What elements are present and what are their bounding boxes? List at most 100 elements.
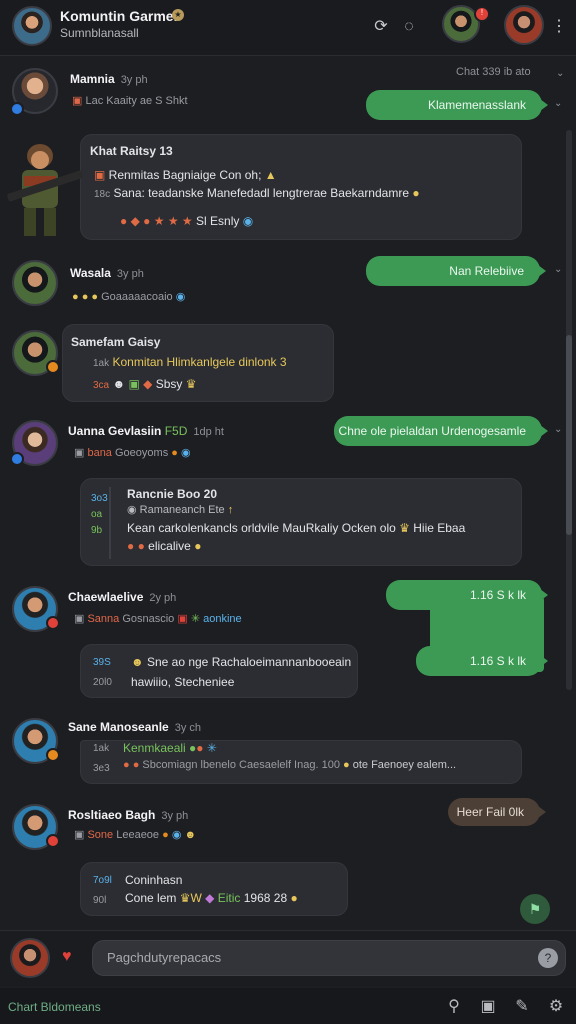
card-line: Sbsy xyxy=(155,377,183,391)
subline-text: Gosnascio xyxy=(122,613,175,625)
image-icon[interactable]: ▣ xyxy=(478,996,498,1016)
sender-name-text: Rosltiaeo Bagh xyxy=(68,808,156,822)
subline-text: Lac Kaaity ae S Shkt xyxy=(85,95,188,107)
edit-icon[interactable]: ✎ xyxy=(512,996,532,1016)
card-line: elicalive xyxy=(148,539,191,553)
line-prefix: oa xyxy=(91,509,103,520)
subline-text: Leeaeoe xyxy=(116,829,160,841)
quote-bar xyxy=(109,487,111,559)
up-arrow-icon: ↑ xyxy=(227,504,234,516)
user-avatar[interactable] xyxy=(504,5,544,45)
chevron-down-icon[interactable]: ⌄ xyxy=(554,98,562,109)
status-badge xyxy=(46,748,60,762)
message-input[interactable]: Pagchdutyrepacacs xyxy=(92,940,566,976)
coin-icon: ● xyxy=(194,539,202,553)
message-time: 1dp ht xyxy=(193,426,224,438)
card-title: Samefam Gaisy xyxy=(71,335,161,349)
sender-name: Mamnia 3y ph xyxy=(70,72,148,86)
message-time: 2y ph xyxy=(149,592,177,604)
sender-name-text: Uanna Gevlasiin xyxy=(68,424,162,438)
sender-name: Chaewlaelive 2y ph xyxy=(68,590,176,604)
game-character-image xyxy=(7,144,83,236)
status-badge xyxy=(46,616,60,630)
line-prefix: 39S xyxy=(93,657,111,668)
send-flag-icon[interactable]: ⚑ xyxy=(520,894,550,924)
line-prefix: 18c xyxy=(94,189,111,200)
emoji-icons: ◉ xyxy=(127,504,140,516)
message-card[interactable]: 1ak Kenmkaeali ●● ✳ 3e3 ● ● Sbcomiagn lb… xyxy=(80,740,522,784)
avatar[interactable] xyxy=(12,260,58,306)
subline-prefix: Sone xyxy=(87,829,114,841)
card-line: Sl Esnly xyxy=(196,214,240,228)
message-time: 3y ph xyxy=(120,74,148,86)
chevron-down-icon[interactable]: ⌄ xyxy=(554,264,562,275)
card-line: Sne ao nge Rachaloeimannanbooeain xyxy=(146,655,352,669)
face-icon: ☻ xyxy=(184,829,197,841)
more-icon[interactable]: ⋮ xyxy=(548,16,570,38)
line-prefix: 3o3 xyxy=(91,493,108,504)
page-title: Komuntin Garmer xyxy=(60,8,180,24)
emoji-icons: ☻ ▣ ◆ xyxy=(112,377,153,391)
line-prefix: 20l0 xyxy=(93,677,112,688)
message-time: 3y ph xyxy=(161,810,189,822)
search-icon[interactable]: ⚲ xyxy=(444,996,464,1016)
profile-avatar[interactable] xyxy=(12,6,52,46)
chevron-down-icon[interactable]: ⌄ xyxy=(554,424,562,435)
footer-label[interactable]: Chart Bldomeans xyxy=(8,1000,101,1014)
card-line: Sana: teadanske Manefedadl lengtrerae Ba… xyxy=(113,186,409,200)
reply-text: Nan Relebiive xyxy=(449,264,524,278)
subline-text: Goaaaaacoaio xyxy=(101,291,173,303)
reply-bubble[interactable]: Chne ole pielaldan Urdenogesamle xyxy=(334,416,548,446)
sender-name-text: Wasala xyxy=(70,266,111,280)
subline-text: Goeoyoms xyxy=(115,447,169,459)
card-line-end: 1968 28 xyxy=(243,891,288,905)
emoji-icons: ● xyxy=(162,829,172,841)
line-prefix: 3e3 xyxy=(93,763,110,774)
reply-bubble[interactable]: 1.16 S k lk xyxy=(386,580,548,610)
emoji-icon: ☻ xyxy=(131,655,147,669)
message-card[interactable]: 7o9l 90l Coninhasn Cone lem ♛W ◆ Eitic 1… xyxy=(80,862,348,916)
line-prefix: 1ak xyxy=(93,358,110,369)
help-icon[interactable]: ? xyxy=(538,948,558,968)
line-prefix: 9b xyxy=(91,525,103,536)
scrollbar-thumb[interactable] xyxy=(566,335,572,535)
status-badge xyxy=(46,360,60,374)
message-time: 3y ph xyxy=(116,268,144,280)
emoji-icons: ● xyxy=(171,447,181,459)
chevron-down-icon[interactable]: ⌄ xyxy=(556,68,564,79)
sender-name: Rosltiaeo Bagh 3y ph xyxy=(68,808,188,822)
reply-bubble[interactable]: Klamemenasslank xyxy=(366,90,548,120)
reply-text: 1.16 S k lk xyxy=(469,588,526,602)
settings-icon[interactable]: ⚙ xyxy=(546,996,566,1016)
reply-text: Heer Fail 0lk xyxy=(456,805,524,819)
coin-icon: ● xyxy=(412,186,420,200)
verified-icon: ★ xyxy=(172,9,184,21)
line-prefix: 3ca xyxy=(93,380,110,391)
sender-name: Wasala 3y ph xyxy=(70,266,144,280)
sender-name: Uanna Gevlasiin F5D 1dp ht xyxy=(68,424,224,438)
card-title: Rancnie Boo 20 xyxy=(127,487,218,501)
composer-avatar[interactable] xyxy=(10,938,50,978)
timestamp-hint: Chat 339 ib ato xyxy=(456,66,531,78)
message-card[interactable]: 39S 20l0 ☻ Sne ao nge Rachaloeimannanboo… xyxy=(80,644,358,698)
flame-icon: ▲ xyxy=(264,168,277,182)
status-badge xyxy=(10,102,24,116)
emoji-icons: ● ◆ ● ★ ★ ★ xyxy=(120,214,197,228)
card-line-mid: Eitic xyxy=(217,891,241,905)
status-badge xyxy=(10,452,24,466)
line-prefix: 90l xyxy=(93,895,107,906)
heart-icon[interactable]: ♥ xyxy=(62,948,72,966)
reply-bubble[interactable]: Heer Fail 0lk xyxy=(448,798,546,826)
message-card[interactable]: 3o3 oa 9b Rancnie Boo 20 ◉ Ramaneanch Et… xyxy=(80,478,522,566)
coin-icon: ● xyxy=(343,759,350,771)
subline-end: aonkine xyxy=(203,613,242,625)
reply-bubble[interactable]: Nan Relebiive xyxy=(366,256,546,286)
message-time: 3y ch xyxy=(174,722,202,734)
refresh-icon[interactable]: ⟳ xyxy=(370,16,392,38)
crown-icon: ♛ xyxy=(399,521,410,535)
reply-bubble[interactable]: 1.16 S k lk xyxy=(416,646,548,676)
chat-icon[interactable]: ◌ xyxy=(398,16,420,38)
message-card[interactable]: Samefam Gaisy 1ak Konmitan Hlimkanlgele … xyxy=(62,324,334,402)
globe-icon: ◉ xyxy=(242,214,254,228)
emoji-icons: ● ● xyxy=(123,759,143,771)
